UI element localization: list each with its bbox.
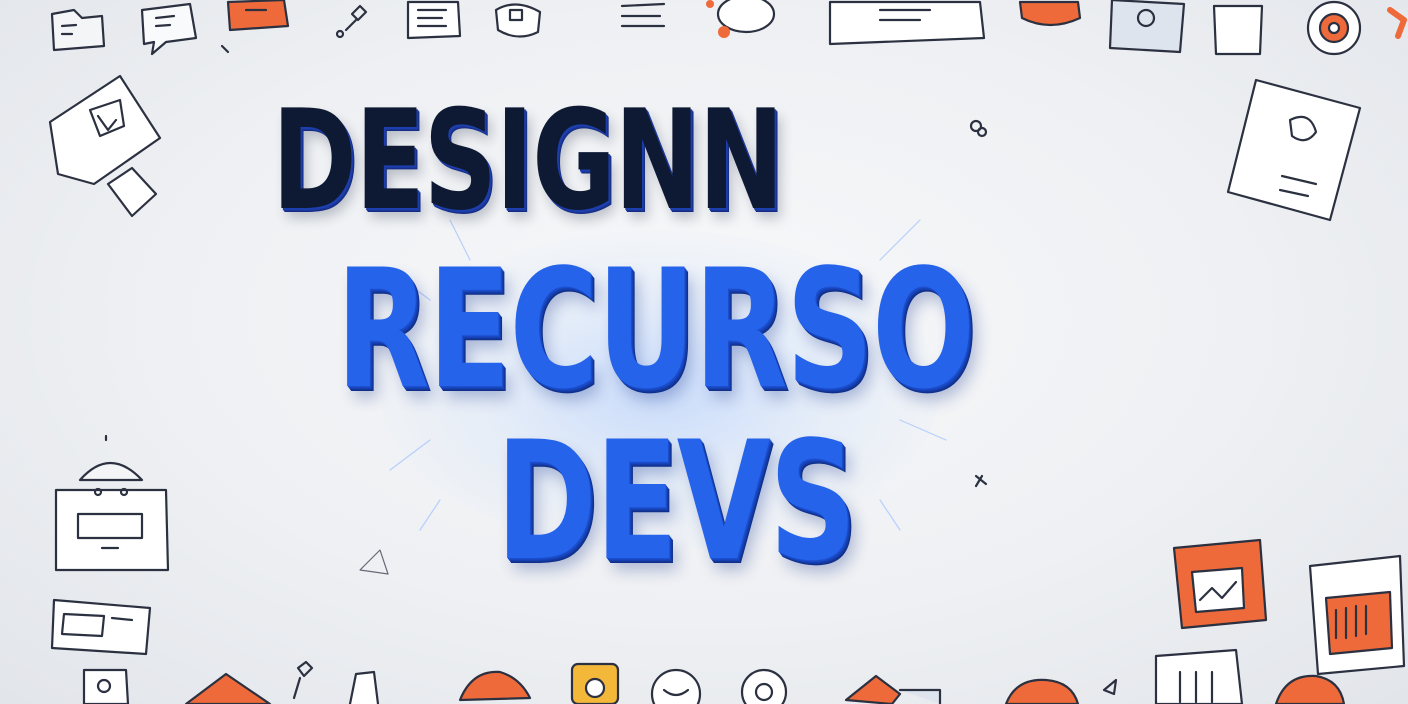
folder-icon <box>50 8 106 52</box>
top-border-doodles <box>50 0 1407 56</box>
tag-icon <box>48 74 162 218</box>
document-stack-icon <box>82 668 130 704</box>
bottle-icon <box>348 670 380 704</box>
burger-icon-orange <box>1274 674 1346 704</box>
home-icon-orange <box>184 672 272 704</box>
gallery-icon <box>1154 648 1244 704</box>
image-icon <box>1108 0 1186 54</box>
pin-icon <box>335 4 368 39</box>
gear-icon-orange <box>1306 0 1407 56</box>
badge-icon <box>706 0 776 38</box>
calendar-icon <box>1308 554 1406 676</box>
bug-icon-orange <box>226 0 290 32</box>
pin-icon-bottom <box>292 660 314 700</box>
robot-face-icon <box>54 461 170 572</box>
lock-icon <box>494 3 542 38</box>
chart-icon-orange <box>1172 538 1268 630</box>
id-card-icon <box>1226 78 1362 222</box>
keyboard-icon <box>50 598 152 656</box>
headline-line-3: DEVS <box>496 406 857 597</box>
donut-icon <box>740 668 788 704</box>
chat-bubble-icon <box>140 2 198 56</box>
left-border-doodles <box>48 44 230 656</box>
camera-icon-orange <box>1018 0 1082 27</box>
list-icon <box>620 2 666 28</box>
tools-icon-orange <box>844 674 942 704</box>
camera-icon <box>570 662 620 704</box>
window-icon <box>828 0 986 46</box>
triangle-mark <box>1102 678 1118 696</box>
headline-line-1: DESIGNN <box>272 80 784 241</box>
face-icon <box>650 668 702 704</box>
phone-icon <box>1212 4 1264 56</box>
bug-icon-bottom-orange <box>458 670 532 702</box>
headline-line-2: RECURSO <box>336 234 975 425</box>
chat-icon-orange <box>1004 678 1080 704</box>
bottom-border-doodles <box>82 648 1346 704</box>
document-icon <box>406 0 462 40</box>
right-border-doodles <box>969 78 1406 676</box>
